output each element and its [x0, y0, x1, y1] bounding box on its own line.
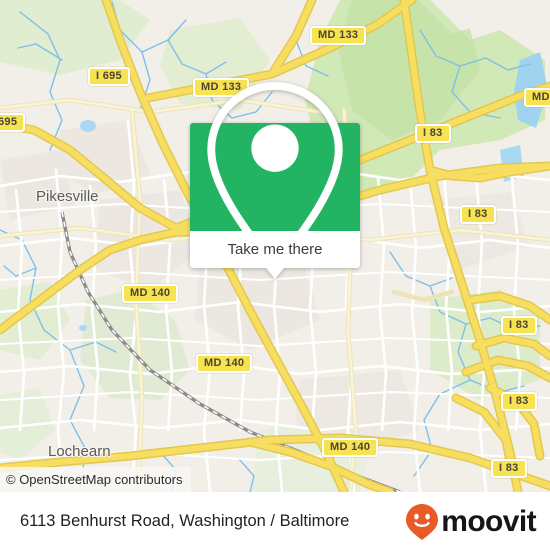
- popup-pointer-tail: [266, 268, 284, 279]
- moovit-map-screen: Pikesville Lochearn MD 133 I 695 MD 133 …: [0, 0, 550, 550]
- moovit-smiley-pin-icon: [406, 503, 439, 540]
- road-shield: I 695: [88, 67, 130, 86]
- road-shield: MD 140: [122, 284, 179, 303]
- place-label: Lochearn: [48, 443, 111, 460]
- bottom-info-bar: 6113 Benhurst Road, Washington / Baltimo…: [0, 492, 550, 550]
- moovit-wordmark: moovit: [441, 504, 536, 538]
- road-shield: MD 140: [322, 438, 379, 457]
- road-shield: 695: [0, 113, 26, 132]
- road-shield: I 83: [501, 392, 537, 411]
- osm-attribution[interactable]: © OpenStreetMap contributors: [0, 467, 191, 492]
- road-shield: I 83: [460, 205, 496, 224]
- road-shield: I 83: [415, 124, 451, 143]
- road-shield: MD: [524, 88, 550, 107]
- moovit-logo[interactable]: moovit: [405, 503, 537, 541]
- road-shield: I 83: [501, 316, 537, 335]
- map-canvas[interactable]: Pikesville Lochearn MD 133 I 695 MD 133 …: [0, 0, 550, 492]
- road-shield: I 83: [491, 459, 527, 478]
- take-me-there-label: Take me there: [227, 241, 323, 258]
- location-popup-card[interactable]: Take me there: [190, 81, 360, 279]
- address-label: 6113 Benhurst Road, Washington / Baltimo…: [20, 512, 350, 530]
- popup-header: [190, 81, 360, 275]
- place-label: Pikesville: [36, 188, 99, 205]
- map-pin-icon: [207, 81, 343, 275]
